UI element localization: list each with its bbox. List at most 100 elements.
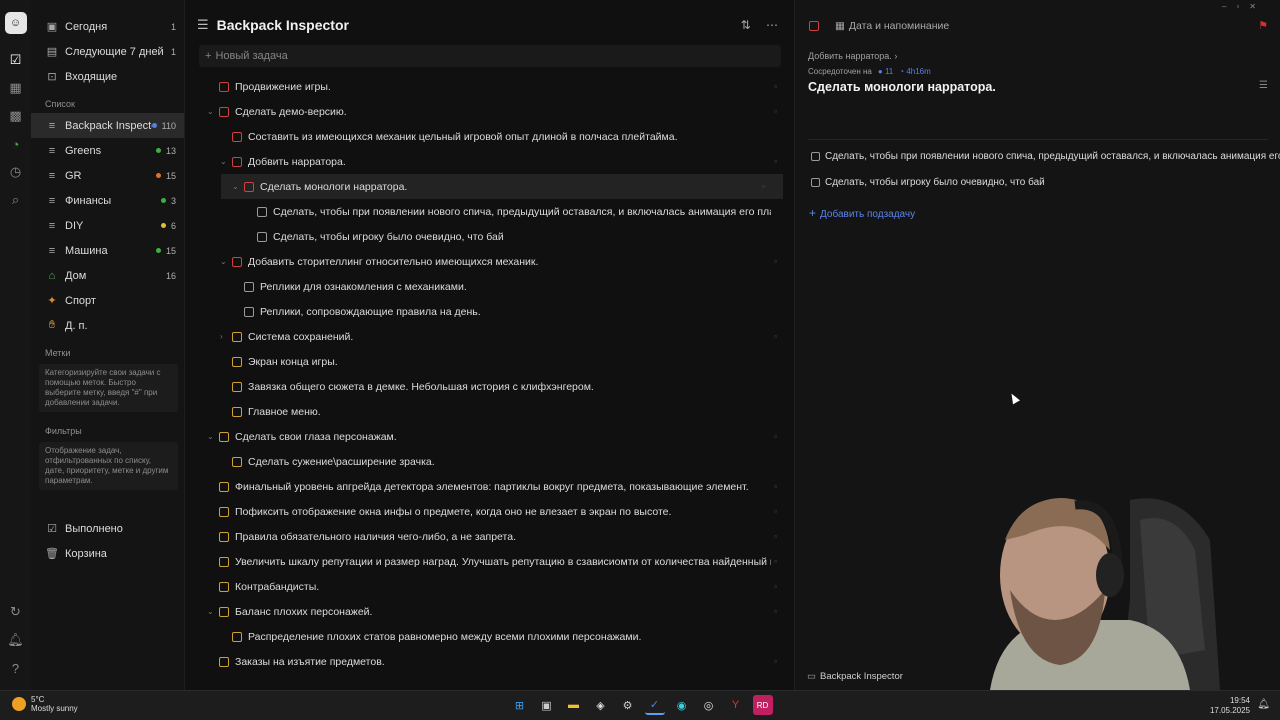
weather-widget[interactable]: 5°C Mostly sunny [12,695,78,713]
task-row[interactable]: Пофиксить отображение окна инфы о предме… [185,499,795,524]
task-row[interactable]: Сделать, чтобы игроку было очевидно, что… [185,224,795,249]
hamburger-icon[interactable]: ☰ [197,17,209,33]
notification-bell-icon[interactable]: 🔔︎ [1257,699,1270,710]
task-checkbox[interactable] [244,181,254,192]
task-checkbox[interactable] [232,156,242,167]
task-checkbox[interactable] [232,406,242,417]
task-row[interactable]: Распределение плохих статов равномерно м… [185,624,795,649]
sidebar-item-dp[interactable]: ✋︎ Д. п. [31,313,184,338]
ticktick-icon[interactable]: ✓ [644,695,665,715]
task-row[interactable]: Главное меню. [185,399,795,424]
grid-icon[interactable]: ▩ [7,107,25,125]
task-row[interactable]: Правила обязательного наличия чего-либо,… [185,524,795,549]
sidebar-item-backpack-inspector[interactable]: ≡ Backpack Inspector 110 [31,113,184,138]
task-checkbox[interactable] [809,21,819,31]
task-row[interactable]: Финальный уровень апгрейда детектора эле… [185,474,795,499]
search-icon[interactable]: ⌕ [7,191,25,209]
add-task-input[interactable]: + Новый задача [199,45,781,67]
sidebar-item-home[interactable]: ⌂ Дом 16 [31,263,184,288]
breadcrumb[interactable]: Добвить нарратора. › [808,51,897,61]
sidebar-item-gr[interactable]: ≡ GR 15 [31,163,184,188]
expand-chevron-icon[interactable]: ⌄ [232,182,239,191]
sidebar-item-trash[interactable]: 🗑︎ Корзина [31,541,184,566]
task-row[interactable]: ⌄ Сделать свои глаза персонажам. ▫ [185,424,795,449]
sync-icon[interactable]: ↻ [7,603,25,621]
task-row[interactable]: Заказы на изъятие предметов. ▫ [185,649,795,674]
priority-flag-icon[interactable]: ⚑ [1258,19,1268,32]
sidebar-item-sport[interactable]: ✦ Спорт [31,288,184,313]
task-row[interactable]: › Система сохранений. ▫ [185,324,795,349]
expand-chevron-icon[interactable]: ⌄ [207,107,214,116]
settings-icon[interactable]: ⚙ [618,695,638,715]
sidebar-item-completed[interactable]: ☑ Выполнено [31,516,184,541]
task-checkbox[interactable] [219,606,229,617]
task-row[interactable]: Увеличить шкалу репутации и размер награ… [185,549,795,574]
calendar-icon[interactable]: ▦ [7,79,25,97]
description-mode-icon[interactable]: ☰ [1259,80,1268,91]
checkbox-icon[interactable]: ☑ [7,51,25,69]
notification-icon[interactable]: 🔔︎ [7,631,25,649]
task-checkbox[interactable] [219,481,229,492]
yandex-icon[interactable]: Y [726,695,746,715]
system-clock[interactable]: 19:54 17.05.2025 [1210,696,1250,716]
task-checkbox[interactable] [257,231,267,242]
sort-icon[interactable]: ⇅ [741,18,751,32]
timer-icon[interactable]: ◷ [7,163,25,181]
expand-chevron-icon[interactable]: ⌄ [220,157,227,166]
sidebar-item-diy[interactable]: ≡ DIY 6 [31,213,184,238]
task-row[interactable]: ⌄ Сделать демо-версию. ▫ [185,99,795,124]
task-checkbox[interactable] [219,656,229,667]
add-subtask-button[interactable]: + Добавить подзадачу [809,206,915,220]
task-row[interactable]: ⌄ Добвить нарратора. ▫ [185,149,795,174]
task-row[interactable]: Продвижение игры. ▫ [185,74,795,99]
file-explorer-icon[interactable]: ▬ [564,695,584,715]
task-checkbox[interactable] [219,531,229,542]
task-checkbox[interactable] [232,381,242,392]
task-row[interactable]: Контрабандисты. ▫ [185,574,795,599]
task-checkbox[interactable] [232,131,242,142]
task-row[interactable]: ⌄ Добавить сторителлинг относительно имею… [185,249,795,274]
window-controls[interactable]: –▫✕ [1222,2,1266,11]
sidebar-item-today[interactable]: ▣ Сегодня 1 [31,14,184,39]
task-row[interactable]: Завязка общего сюжета в демке. Небольшая… [185,374,795,399]
task-row[interactable]: Реплики для ознакомления с механиками. [185,274,795,299]
subtask-item[interactable]: Сделать, чтобы игроку было очевидно, что… [811,177,1045,188]
subtask-item[interactable]: Сделать, чтобы при появлении нового спич… [811,151,1280,162]
expand-chevron-icon[interactable]: ⌄ [207,432,214,441]
task-checkbox[interactable] [232,256,242,267]
taskview-icon[interactable]: ▣ [537,695,557,715]
subtask-checkbox[interactable] [811,178,820,187]
expand-chevron-icon[interactable]: › [220,332,223,341]
task-row[interactable]: Экран конца игры. [185,349,795,374]
more-icon[interactable]: ⋯ [766,18,778,32]
task-checkbox[interactable] [232,331,242,342]
task-checkbox[interactable] [232,356,242,367]
task-checkbox[interactable] [219,581,229,592]
task-row[interactable]: ⌄ Сделать монологи нарратора. ▫ [221,174,783,199]
task-checkbox[interactable] [232,631,242,642]
list-selector[interactable]: ▭ Backpack Inspector [807,671,903,682]
subtask-checkbox[interactable] [811,152,820,161]
sidebar-item-car[interactable]: ≡ Машина 15 [31,238,184,263]
task-checkbox[interactable] [219,556,229,567]
task-row[interactable]: ⌄ Баланс плохих персонажей. ▫ [185,599,795,624]
task-checkbox[interactable] [244,306,254,317]
sidebar-item-greens[interactable]: ≡ Greens 13 [31,138,184,163]
sidebar-item-finance[interactable]: ≡ Финансы 3 [31,188,184,213]
task-checkbox[interactable] [219,506,229,517]
sidebar-item-next7[interactable]: ▤ Следующие 7 дней 1 [31,39,184,64]
unity-icon[interactable]: ◈ [591,695,611,715]
rider-icon[interactable]: RD [752,695,773,715]
habit-icon[interactable]: ◔ [7,135,25,153]
avatar[interactable]: ☺ [4,12,27,34]
task-checkbox[interactable] [244,281,254,292]
date-reminder-button[interactable]: Дата и напоминание [849,20,949,32]
task-checkbox[interactable] [232,456,242,467]
task-row[interactable]: Сделать, чтобы при появлении нового спич… [185,199,795,224]
expand-chevron-icon[interactable]: ⌄ [220,257,227,266]
windows-start-icon[interactable]: ⊞ [510,695,530,715]
expand-chevron-icon[interactable]: ⌄ [207,607,214,616]
task-row[interactable]: Сделать сужение\расширение зрачка. [185,449,795,474]
browser-icon[interactable]: ◉ [672,695,692,715]
task-checkbox[interactable] [219,81,229,92]
